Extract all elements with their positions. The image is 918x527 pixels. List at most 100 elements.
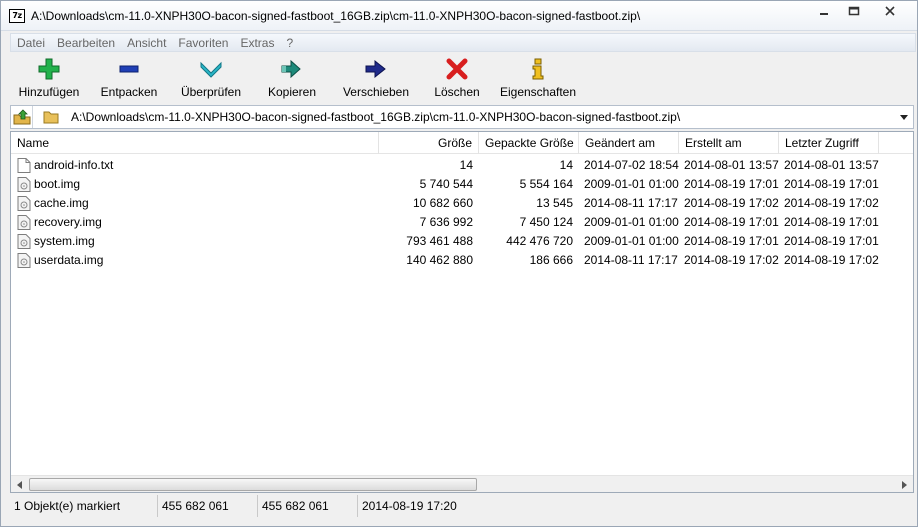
menu-extras[interactable]: Extras: [234, 36, 280, 50]
file-created: 2014-08-19 17:01: [684, 215, 779, 229]
horizontal-scrollbar[interactable]: [11, 475, 913, 492]
file-size: 10 682 660: [412, 196, 473, 210]
table-row[interactable]: userdata.img 140 462 880 186 666 2014-08…: [11, 251, 913, 270]
title-bar[interactable]: 7z A:\Downloads\cm-11.0-XNPH30O-bacon-si…: [1, 1, 917, 31]
menu-favoriten[interactable]: Favoriten: [172, 36, 234, 50]
app-window: 7z A:\Downloads\cm-11.0-XNPH30O-bacon-si…: [0, 0, 918, 527]
window-controls: [809, 1, 911, 23]
file-name: system.img: [34, 234, 95, 248]
menu-bearbeiten[interactable]: Bearbeiten: [51, 36, 121, 50]
extract-button[interactable]: Entpacken: [88, 53, 170, 103]
extract-label: Entpacken: [100, 85, 158, 99]
file-accessed: 2014-08-19 17:02: [784, 253, 879, 267]
folder-icon: [43, 111, 59, 124]
file-created: 2014-08-01 13:57: [684, 158, 779, 172]
test-label: Überprüfen: [180, 85, 242, 99]
minus-icon: [117, 57, 141, 81]
file-packed-size: 186 666: [529, 253, 573, 267]
column-header-modified[interactable]: Geändert am: [579, 132, 679, 154]
file-modified: 2014-08-11 17:17: [584, 196, 678, 210]
plus-icon: [37, 57, 61, 81]
file-packed-size: 5 554 164: [519, 177, 573, 191]
status-selection: 1 Objekt(e) markiert: [10, 495, 158, 517]
disk-image-file-icon: [17, 215, 31, 230]
column-header-name[interactable]: Name: [11, 132, 379, 154]
file-created: 2014-08-19 17:02: [684, 253, 779, 267]
window-title: A:\Downloads\cm-11.0-XNPH30O-bacon-signe…: [31, 9, 641, 23]
table-row[interactable]: cache.img 10 682 660 13 545 2014-08-11 1…: [11, 194, 913, 213]
file-modified: 2009-01-01 01:00: [584, 234, 679, 248]
check-chevron-icon: [199, 57, 223, 81]
test-button[interactable]: Überprüfen: [170, 53, 252, 103]
file-created: 2014-08-19 17:01: [684, 234, 779, 248]
table-row[interactable]: recovery.img 7 636 992 7 450 124 2009-01…: [11, 213, 913, 232]
minimize-button[interactable]: [809, 1, 839, 21]
column-header-accessed[interactable]: Letzter Zugriff: [779, 132, 879, 154]
maximize-icon: [848, 6, 860, 16]
scrollbar-thumb[interactable]: [29, 478, 477, 491]
menu-bar: Datei Bearbeiten Ansicht Favoriten Extra…: [10, 33, 916, 52]
column-header-packed-size[interactable]: Gepackte Größe: [479, 132, 579, 154]
close-button[interactable]: [869, 1, 911, 21]
move-button[interactable]: Verschieben: [332, 53, 420, 103]
table-row[interactable]: system.img 793 461 488 442 476 720 2009-…: [11, 232, 913, 251]
x-icon: [445, 57, 469, 81]
scroll-left-button[interactable]: [11, 476, 28, 493]
file-name: android-info.txt: [34, 158, 114, 172]
menu-help[interactable]: ?: [280, 36, 299, 50]
status-size: 455 682 061: [158, 495, 258, 517]
chevron-left-icon: [17, 480, 22, 489]
file-size: 7 636 992: [419, 215, 473, 229]
file-modified: 2014-08-11 17:17: [584, 253, 678, 267]
column-header-size[interactable]: Größe: [379, 132, 479, 154]
properties-label: Eigenschaften: [499, 85, 577, 99]
file-created: 2014-08-19 17:01: [684, 177, 779, 191]
menu-datei[interactable]: Datei: [11, 36, 51, 50]
file-modified: 2014-07-02 18:54: [584, 158, 679, 172]
arrow-right-icon: [364, 57, 388, 81]
folder-up-button[interactable]: [11, 106, 33, 128]
file-rows: android-info.txt 14 14 2014-07-02 18:54 …: [11, 156, 913, 270]
file-name: userdata.img: [34, 253, 104, 267]
arrow-right-double-icon: [280, 57, 304, 81]
properties-button[interactable]: Eigenschaften: [494, 53, 582, 103]
disk-image-file-icon: [17, 253, 31, 268]
scroll-right-button[interactable]: [896, 476, 913, 493]
delete-button[interactable]: Löschen: [420, 53, 494, 103]
file-size: 140 462 880: [406, 253, 473, 267]
file-accessed: 2014-08-19 17:01: [784, 215, 879, 229]
maximize-button[interactable]: [839, 1, 869, 21]
file-modified: 2009-01-01 01:00: [584, 177, 679, 191]
file-packed-size: 7 450 124: [519, 215, 573, 229]
file-accessed: 2014-08-19 17:01: [784, 177, 879, 191]
file-packed-size: 14: [559, 158, 573, 172]
table-row[interactable]: boot.img 5 740 544 5 554 164 2009-01-01 …: [11, 175, 913, 194]
column-header-created[interactable]: Erstellt am: [679, 132, 779, 154]
file-packed-size: 13 545: [536, 196, 573, 210]
file-created: 2014-08-19 17:02: [684, 196, 779, 210]
file-size: 14: [459, 158, 473, 172]
file-packed-size: 442 476 720: [506, 234, 573, 248]
table-row[interactable]: android-info.txt 14 14 2014-07-02 18:54 …: [11, 156, 913, 175]
disk-image-file-icon: [17, 177, 31, 192]
file-list[interactable]: Name Größe Gepackte Größe Geändert am Er…: [10, 131, 914, 493]
7zip-app-icon[interactable]: 7z: [9, 9, 25, 23]
chevron-down-icon: [900, 114, 908, 120]
folder-up-icon: [13, 109, 30, 125]
disk-image-file-icon: [17, 196, 31, 211]
disk-image-file-icon: [17, 234, 31, 249]
toolbar: Hinzufügen Entpacken Überprüfen Kopieren…: [10, 53, 916, 103]
add-button[interactable]: Hinzufügen: [10, 53, 88, 103]
menu-ansicht[interactable]: Ansicht: [121, 36, 172, 50]
copy-button[interactable]: Kopieren: [252, 53, 332, 103]
file-modified: 2009-01-01 01:00: [584, 215, 679, 229]
list-header: Name Größe Gepackte Größe Geändert am Er…: [11, 132, 913, 154]
address-dropdown-button[interactable]: [897, 106, 911, 128]
chevron-right-icon: [902, 480, 907, 489]
status-date: 2014-08-19 17:20: [362, 499, 457, 513]
file-name: boot.img: [34, 177, 81, 191]
file-name: recovery.img: [34, 215, 102, 229]
address-path[interactable]: A:\Downloads\cm-11.0-XNPH30O-bacon-signe…: [71, 110, 680, 124]
file-accessed: 2014-08-19 17:01: [784, 234, 879, 248]
file-size: 793 461 488: [406, 234, 473, 248]
